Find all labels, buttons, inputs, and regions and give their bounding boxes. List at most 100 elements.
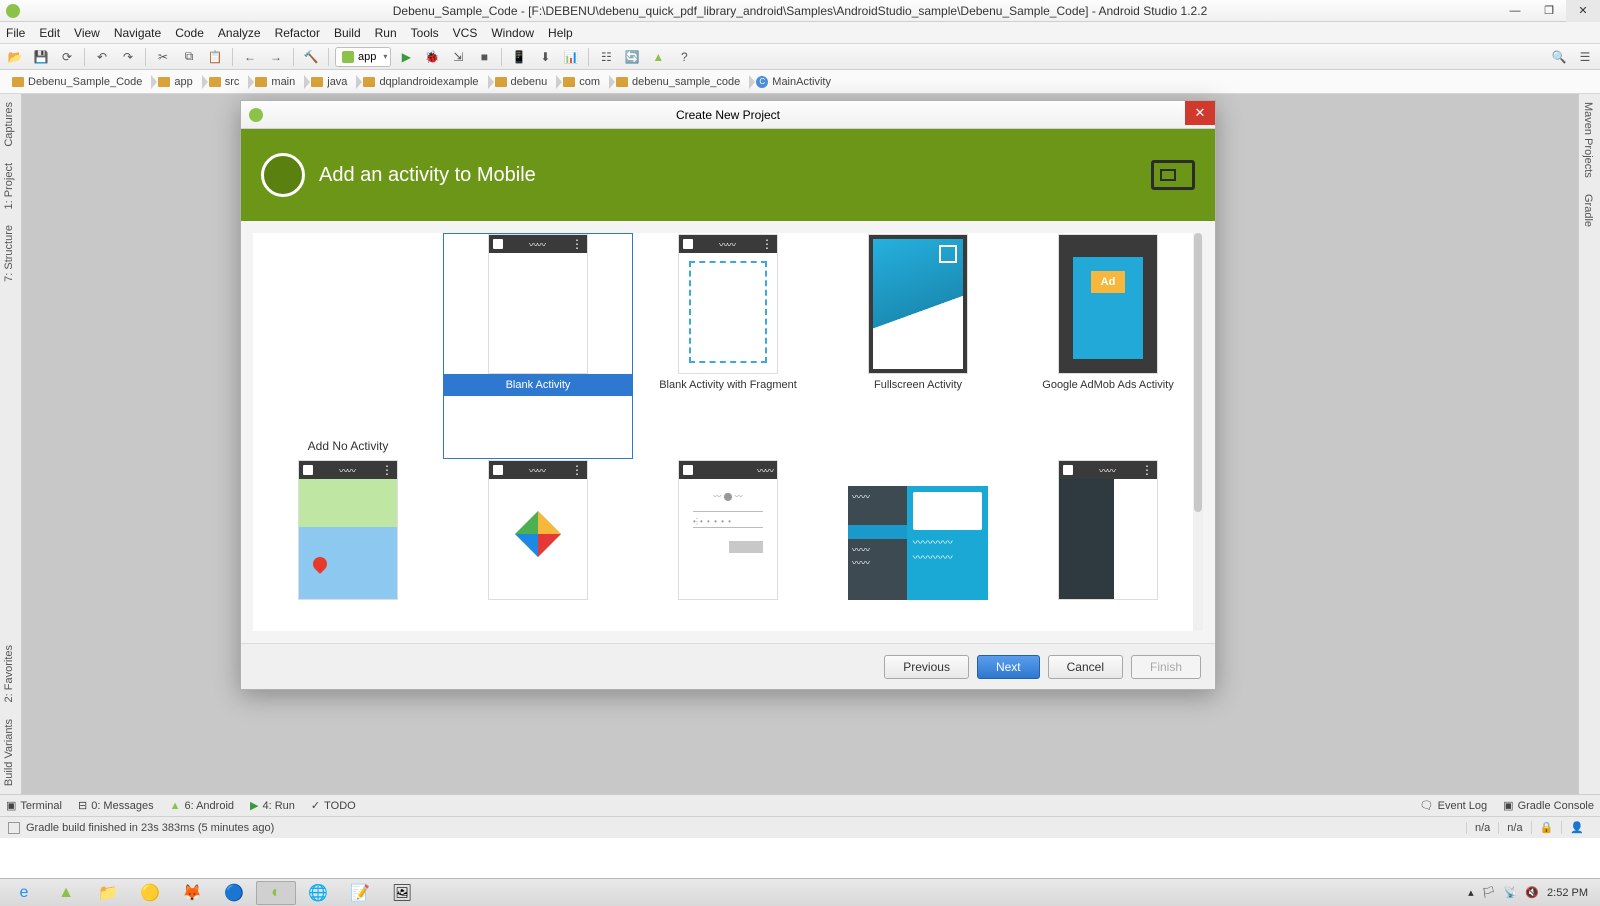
structure-icon[interactable]: ☷: [595, 47, 617, 67]
tray-network-icon[interactable]: 📡: [1504, 886, 1518, 899]
tray-arrow-icon[interactable]: ▴: [1468, 886, 1474, 899]
menu-code[interactable]: Code: [175, 26, 204, 40]
taskbar-android-studio[interactable]: ◐: [256, 881, 296, 905]
filter-icon[interactable]: ☰: [1574, 47, 1596, 67]
tab-todo[interactable]: ✓ TODO: [311, 799, 356, 812]
status-hector-icon[interactable]: 👤: [1561, 821, 1592, 834]
taskbar-pictures[interactable]: 🖼: [382, 881, 422, 905]
menu-edit[interactable]: Edit: [39, 26, 60, 40]
taskbar-app1[interactable]: 🔵: [214, 881, 254, 905]
scrollbar[interactable]: [1193, 233, 1203, 631]
close-button[interactable]: ✕: [1566, 0, 1600, 22]
undo-icon[interactable]: ↶: [91, 47, 113, 67]
tab-build-variants[interactable]: Build Variants: [0, 711, 18, 794]
tab-terminal[interactable]: ▣ Terminal: [6, 799, 62, 812]
crumb-java[interactable]: java: [305, 72, 357, 92]
dialog-close-button[interactable]: ✕: [1185, 101, 1215, 125]
crumb-class[interactable]: CMainActivity: [750, 72, 841, 92]
template-blank-fragment[interactable]: 〰〰⋮ Blank Activity with Fragment: [633, 233, 823, 459]
menu-file[interactable]: File: [6, 26, 25, 40]
taskbar-ie[interactable]: e: [4, 881, 44, 905]
menu-view[interactable]: View: [74, 26, 100, 40]
debug-icon[interactable]: 🐞: [421, 47, 443, 67]
tab-run[interactable]: ▶ 4: Run: [250, 799, 295, 812]
previous-button[interactable]: Previous: [884, 655, 969, 679]
copy-icon[interactable]: ⧉: [178, 47, 200, 67]
taskbar-explorer[interactable]: 📁: [88, 881, 128, 905]
tab-android[interactable]: ▲ 6: Android: [170, 800, 234, 812]
tab-favorites[interactable]: 2: Favorites: [0, 637, 18, 710]
tab-captures[interactable]: Captures: [0, 94, 18, 155]
menu-navigate[interactable]: Navigate: [114, 26, 161, 40]
crumb-app[interactable]: app: [152, 72, 202, 92]
template-admob[interactable]: Ad Google AdMob Ads Activity: [1013, 233, 1203, 459]
back-icon[interactable]: ←: [239, 47, 261, 67]
menu-tools[interactable]: Tools: [411, 26, 439, 40]
taskbar-chrome[interactable]: 🟡: [130, 881, 170, 905]
tab-event-log[interactable]: 🗨 Event Log: [1420, 799, 1488, 812]
minimize-button[interactable]: —: [1498, 0, 1532, 22]
menu-help[interactable]: Help: [548, 26, 573, 40]
scroll-thumb[interactable]: [1194, 233, 1202, 512]
maximize-button[interactable]: ❐: [1532, 0, 1566, 22]
taskbar-firefox[interactable]: 🦊: [172, 881, 212, 905]
sync-gradle-icon[interactable]: 🔄: [621, 47, 643, 67]
android-icon[interactable]: ▲: [647, 47, 669, 67]
save-icon[interactable]: 💾: [30, 47, 52, 67]
tray-clock[interactable]: 2:52 PM: [1547, 887, 1588, 899]
menu-window[interactable]: Window: [491, 26, 534, 40]
tray-flag-icon[interactable]: 🏳: [1482, 886, 1496, 899]
template-play-services[interactable]: 〰〰⋮: [443, 459, 633, 611]
crumb-src[interactable]: src: [203, 72, 250, 92]
run-config-dropdown[interactable]: app: [335, 47, 391, 67]
tab-messages[interactable]: ⊟ 0: Messages: [78, 799, 154, 812]
attach-icon[interactable]: ⇲: [447, 47, 469, 67]
paste-icon[interactable]: 📋: [204, 47, 226, 67]
tab-gradle-console[interactable]: ▣ Gradle Console: [1503, 799, 1594, 812]
stop-icon[interactable]: ■: [473, 47, 495, 67]
template-blank-activity[interactable]: 〰〰⋮ Blank Activity: [443, 233, 633, 459]
menu-analyze[interactable]: Analyze: [218, 26, 261, 40]
help-icon[interactable]: ?: [673, 47, 695, 67]
sdk-icon[interactable]: ⬇: [534, 47, 556, 67]
sync-icon[interactable]: ⟳: [56, 47, 78, 67]
menu-vcs[interactable]: VCS: [453, 26, 478, 40]
taskbar-android[interactable]: ▲: [46, 881, 86, 905]
finish-button[interactable]: Finish: [1131, 655, 1201, 679]
template-maps[interactable]: 〰〰⋮: [253, 459, 443, 611]
avd-icon[interactable]: 📱: [508, 47, 530, 67]
template-nav-drawer[interactable]: 〰〰⋮: [1013, 459, 1203, 611]
taskbar-app2[interactable]: 🌐: [298, 881, 338, 905]
menu-refactor[interactable]: Refactor: [275, 26, 320, 40]
open-icon[interactable]: 📂: [4, 47, 26, 67]
menu-run[interactable]: Run: [375, 26, 397, 40]
status-icon[interactable]: [8, 822, 20, 834]
tab-maven[interactable]: Maven Projects: [1579, 94, 1597, 186]
template-no-activity[interactable]: Add No Activity: [253, 233, 443, 459]
tab-project[interactable]: 1: Project: [0, 155, 18, 217]
crumb-pkg3[interactable]: com: [557, 72, 610, 92]
crumb-pkg2[interactable]: debenu: [489, 72, 558, 92]
forward-icon[interactable]: →: [265, 47, 287, 67]
taskbar-notes[interactable]: 📝: [340, 881, 380, 905]
next-button[interactable]: Next: [977, 655, 1040, 679]
status-lock-icon[interactable]: 🔒: [1531, 821, 1562, 834]
cut-icon[interactable]: ✂: [152, 47, 174, 67]
tab-structure[interactable]: 7: Structure: [0, 217, 18, 290]
template-fullscreen[interactable]: Fullscreen Activity: [823, 233, 1013, 459]
redo-icon[interactable]: ↷: [117, 47, 139, 67]
monitor-icon[interactable]: 📊: [560, 47, 582, 67]
crumb-pkg1[interactable]: dqplandroidexample: [357, 72, 488, 92]
cancel-button[interactable]: Cancel: [1048, 655, 1123, 679]
crumb-main[interactable]: main: [249, 72, 305, 92]
tray-volume-icon[interactable]: 🔇: [1525, 886, 1539, 899]
search-icon[interactable]: 🔍: [1548, 47, 1570, 67]
template-master-detail[interactable]: 〰〰〰〰〰〰〰〰〰〰〰〰〰〰: [823, 459, 1013, 611]
make-icon[interactable]: 🔨: [300, 47, 322, 67]
menu-build[interactable]: Build: [334, 26, 361, 40]
crumb-root[interactable]: Debenu_Sample_Code: [6, 72, 152, 92]
crumb-pkg4[interactable]: debenu_sample_code: [610, 72, 750, 92]
template-login[interactable]: 〰〰⋮ 〰 ⬤ 〰 • • • • • •: [633, 459, 823, 611]
run-icon[interactable]: ▶: [395, 47, 417, 67]
tab-gradle[interactable]: Gradle: [1579, 186, 1597, 235]
